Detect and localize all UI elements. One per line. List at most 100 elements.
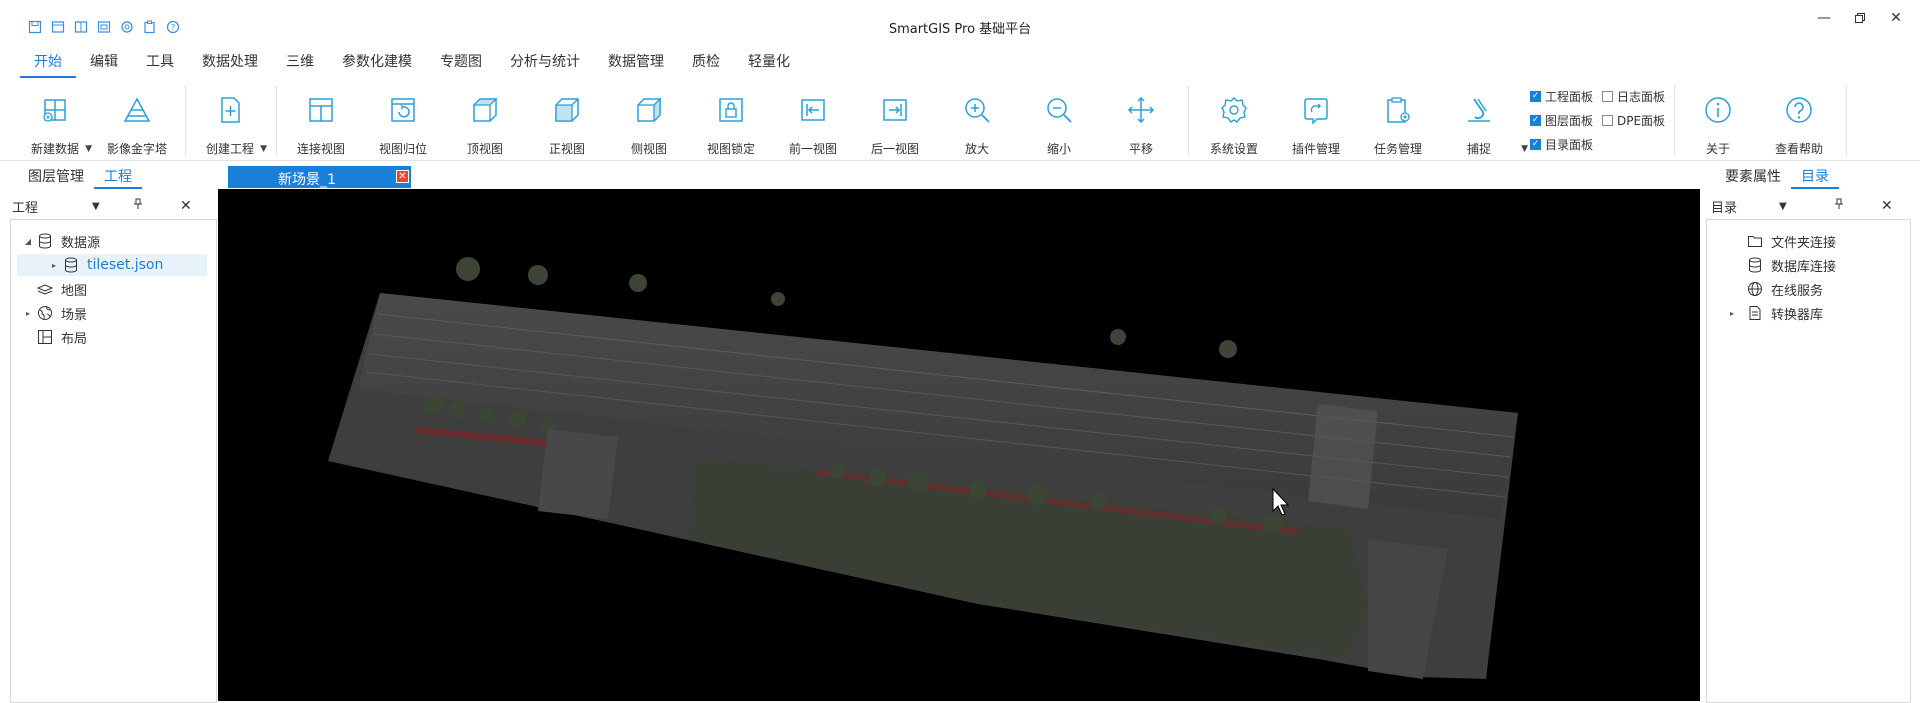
plugin-management-button[interactable]: 插件管理 <box>1277 86 1355 160</box>
system-settings-button[interactable]: 系统设置 <box>1195 86 1273 160</box>
panel-title: 工程 <box>12 200 39 216</box>
task-management-button[interactable]: 任务管理 <box>1359 86 1437 160</box>
checkbox-unchecked-icon <box>1602 91 1613 102</box>
menu-3d[interactable]: 三维 <box>272 50 328 78</box>
close-icon[interactable]: ✕ <box>1882 8 1910 28</box>
close-icon[interactable]: ✕ <box>1881 198 1893 214</box>
tree-item-converter-library[interactable]: ▸ 转换器库 <box>1725 302 1823 324</box>
lock-view-button[interactable]: 视图锁定 <box>692 86 770 160</box>
pin-icon[interactable] <box>132 198 144 214</box>
plugin-icon <box>1300 94 1332 126</box>
catalog-panel-checkbox[interactable]: ✓ 目录面板 <box>1530 136 1593 153</box>
dpe-panel-checkbox[interactable]: DPE面板 <box>1602 112 1665 129</box>
project-panel-checkbox[interactable]: ✓ 工程面板 <box>1530 88 1593 105</box>
database-icon <box>1745 256 1765 274</box>
layer-panel-checkbox[interactable]: ✓ 图层面板 <box>1530 112 1593 129</box>
tab-catalog[interactable]: 目录 <box>1791 165 1839 189</box>
snap-icon <box>1463 94 1495 126</box>
expand-icon[interactable]: ▸ <box>47 261 61 270</box>
chevron-down-icon[interactable]: ▼ <box>92 201 100 212</box>
chevron-down-icon[interactable]: ▼ <box>1521 144 1528 154</box>
help-icon <box>1783 94 1815 126</box>
menu-data-processing[interactable]: 数据处理 <box>188 50 272 78</box>
checkbox-checked-icon: ✓ <box>1530 139 1541 150</box>
menu-quality-check[interactable]: 质检 <box>678 50 734 78</box>
reset-view-icon <box>387 94 419 126</box>
chevron-down-icon[interactable]: ▼ <box>85 144 92 154</box>
tree-item-scene[interactable]: ▸ 场景 <box>21 302 87 324</box>
panel-title: 目录 <box>1711 200 1738 216</box>
new-data-button[interactable]: 新建数据 ▼ <box>16 86 94 160</box>
ribbon-separator <box>1188 86 1189 156</box>
menu-edit[interactable]: 编辑 <box>76 50 132 78</box>
menu-start[interactable]: 开始 <box>20 50 76 78</box>
chevron-down-icon[interactable]: ▼ <box>1779 201 1787 212</box>
help-button[interactable]: 查看帮助 <box>1760 86 1838 160</box>
tree-item-layout[interactable]: 布局 <box>35 326 87 348</box>
ribbon-separator <box>276 86 277 156</box>
tree-item-datasource[interactable]: ◢ 数据源 <box>21 230 100 252</box>
restore-icon[interactable] <box>1846 8 1874 28</box>
task-icon <box>1382 94 1414 126</box>
link-view-button[interactable]: 连接视图 <box>282 86 360 160</box>
tree-item-database-connections[interactable]: 数据库连接 <box>1745 254 1836 276</box>
globe-icon <box>1745 280 1765 298</box>
create-project-button[interactable]: 创建工程 ▼ <box>191 86 269 160</box>
document-icon <box>1745 304 1765 322</box>
close-tab-icon[interactable]: ✕ <box>396 170 409 183</box>
about-button[interactable]: 关于 <box>1679 86 1757 160</box>
left-panel-header: 工程 ▼ ✕ <box>12 193 212 219</box>
front-view-icon <box>551 94 583 126</box>
menu-thematic-map[interactable]: 专题图 <box>426 50 496 78</box>
menu-data-management[interactable]: 数据管理 <box>594 50 678 78</box>
app-title: SmartGIS Pro 基础平台 <box>888 22 1032 37</box>
next-view-button[interactable]: 后一视图 <box>856 86 934 160</box>
point-cloud-scene <box>328 257 1518 679</box>
expand-icon[interactable]: ▸ <box>1725 309 1739 318</box>
project-tree-panel: ◢ 数据源 ▸ tileset.json 地图 ▸ 场景 布局 <box>10 219 217 703</box>
tab-layer-management[interactable]: 图层管理 <box>18 165 94 189</box>
zoom-in-button[interactable]: 放大 <box>938 86 1016 160</box>
checkbox-unchecked-icon <box>1602 115 1613 126</box>
log-panel-checkbox[interactable]: 日志面板 <box>1602 88 1665 105</box>
zoom-out-icon <box>1043 94 1075 126</box>
tree-item-map[interactable]: 地图 <box>35 278 87 300</box>
top-view-icon <box>469 94 501 126</box>
ribbon-separator <box>1846 86 1847 156</box>
globe-icon <box>35 304 55 322</box>
expand-icon[interactable]: ▸ <box>21 309 35 318</box>
chevron-down-icon[interactable]: ▼ <box>260 144 267 154</box>
previous-view-button[interactable]: 前一视图 <box>774 86 852 160</box>
front-view-button[interactable]: 正视图 <box>528 86 606 160</box>
zoom-out-button[interactable]: 缩小 <box>1020 86 1098 160</box>
image-pyramid-button[interactable]: 影像金字塔 <box>98 86 176 160</box>
top-view-button[interactable]: 顶视图 <box>446 86 524 160</box>
snap-button[interactable]: 捕捉 ▼ <box>1440 86 1528 160</box>
tree-item-folder-connections[interactable]: 文件夹连接 <box>1745 230 1836 252</box>
checkbox-checked-icon: ✓ <box>1530 115 1541 126</box>
tab-new-scene[interactable]: 新场景_1 ✕ <box>228 166 411 188</box>
reset-view-button[interactable]: 视图归位 <box>364 86 442 160</box>
close-icon[interactable]: ✕ <box>180 198 192 214</box>
database-icon <box>61 256 81 274</box>
catalog-tree-panel: 文件夹连接 数据库连接 在线服务 ▸ 转换器库 <box>1706 219 1911 703</box>
lock-view-icon <box>715 94 747 126</box>
tree-item-online-services[interactable]: 在线服务 <box>1745 278 1823 300</box>
collapse-icon[interactable]: ◢ <box>21 237 35 246</box>
pyramid-icon <box>121 94 153 126</box>
link-view-icon <box>305 94 337 126</box>
minimize-icon[interactable]: — <box>1810 8 1838 28</box>
tab-project[interactable]: 工程 <box>94 165 142 189</box>
menu-lightweight[interactable]: 轻量化 <box>734 50 804 78</box>
menu-analysis[interactable]: 分析与统计 <box>496 50 594 78</box>
pan-button[interactable]: 平移 <box>1102 86 1180 160</box>
scene-3d-viewport[interactable] <box>218 189 1700 701</box>
next-view-icon <box>879 94 911 126</box>
left-panel-tabs: 图层管理 工程 <box>18 165 142 189</box>
pin-icon[interactable] <box>1833 198 1845 214</box>
side-view-button[interactable]: 侧视图 <box>610 86 688 160</box>
tab-feature-properties[interactable]: 要素属性 <box>1715 165 1791 189</box>
menu-parametric-modeling[interactable]: 参数化建模 <box>328 50 426 78</box>
menu-tools[interactable]: 工具 <box>132 50 188 78</box>
tree-item-tileset[interactable]: ▸ tileset.json <box>17 254 207 276</box>
